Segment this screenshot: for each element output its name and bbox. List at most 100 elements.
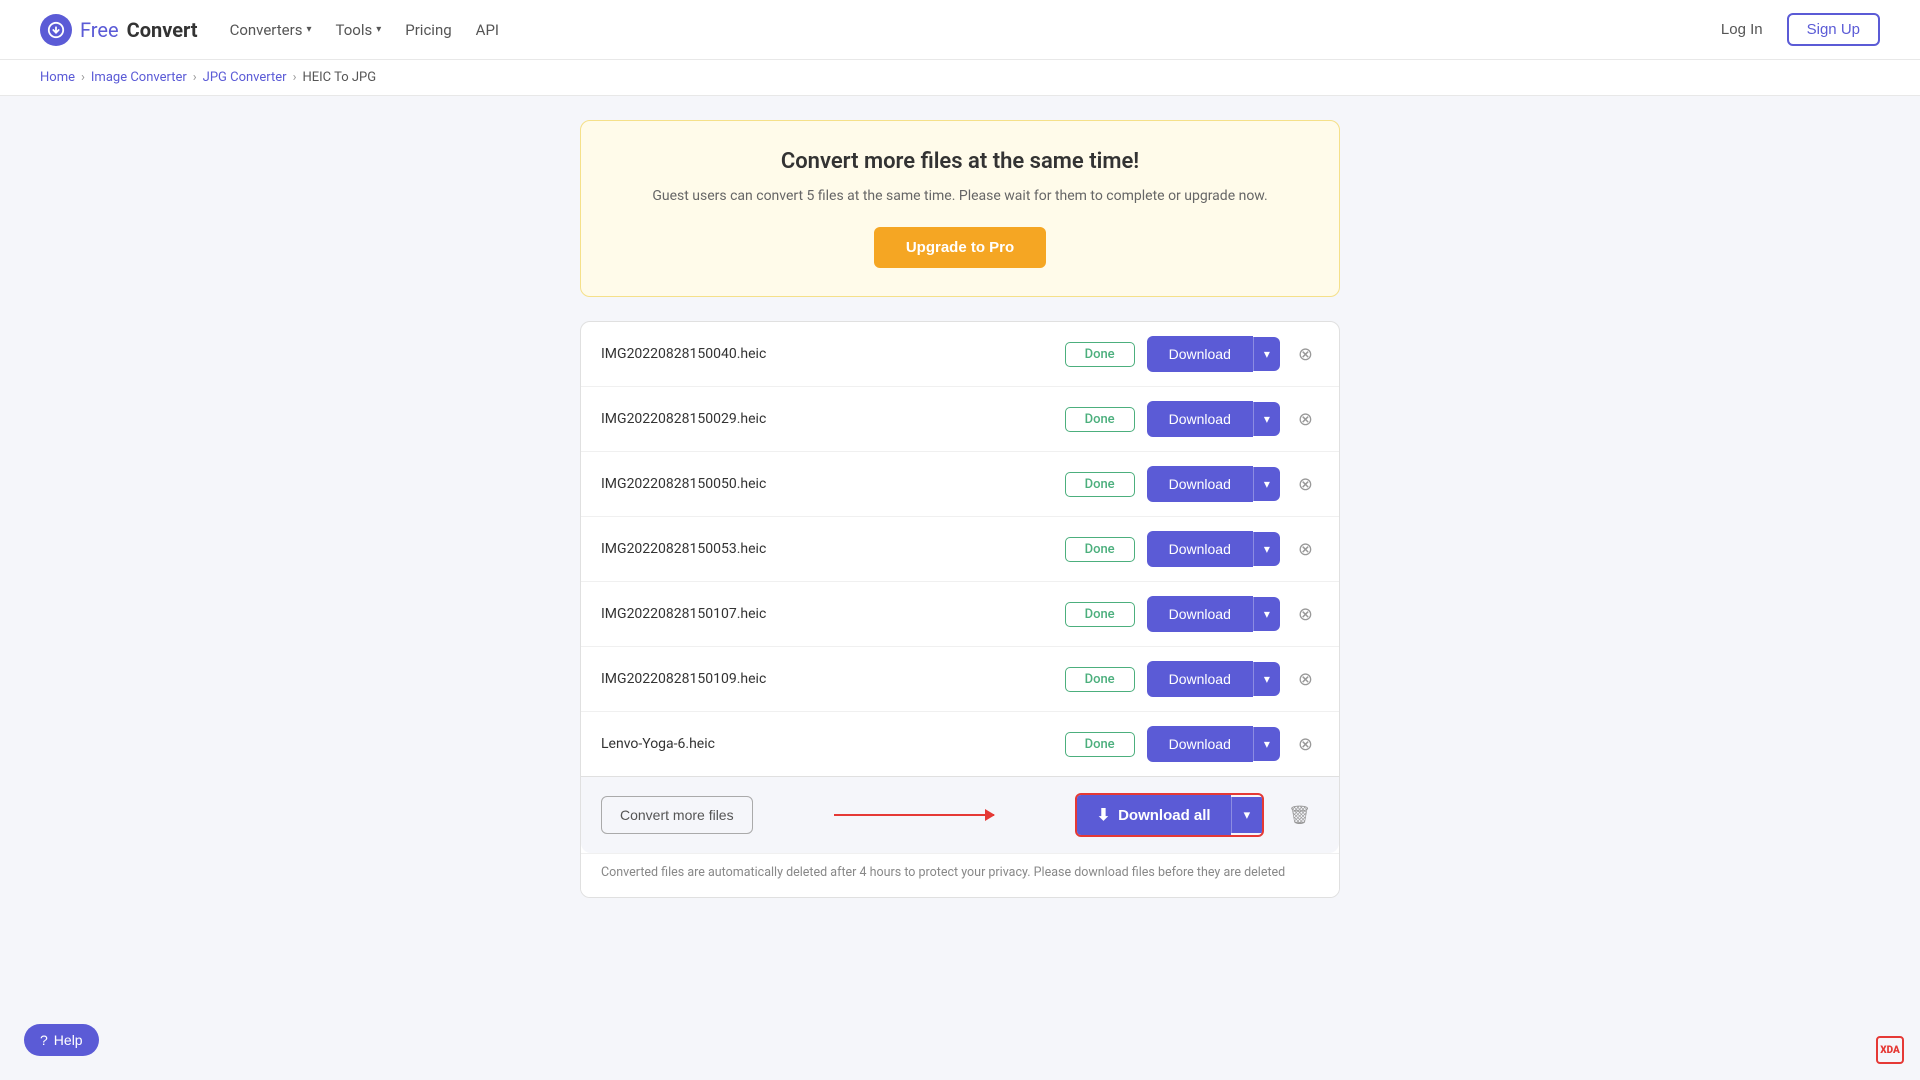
file-name: IMG20220828150040.heic bbox=[601, 346, 1053, 362]
signup-button[interactable]: Sign Up bbox=[1787, 13, 1880, 46]
close-icon: ⊗ bbox=[1298, 604, 1313, 625]
close-icon: ⊗ bbox=[1298, 539, 1313, 560]
upgrade-banner-title: Convert more files at the same time! bbox=[621, 149, 1299, 174]
login-button[interactable]: Log In bbox=[1709, 15, 1775, 44]
chevron-down-icon: ▾ bbox=[1264, 542, 1270, 556]
close-icon: ⊗ bbox=[1298, 669, 1313, 690]
close-button[interactable]: ⊗ bbox=[1292, 533, 1319, 566]
download-chevron-button[interactable]: ▾ bbox=[1253, 402, 1280, 436]
chevron-down-icon: ▾ bbox=[306, 24, 311, 35]
download-all-button[interactable]: ⬇ Download all bbox=[1077, 795, 1231, 835]
download-group: Download ▾ bbox=[1147, 401, 1280, 437]
file-list: IMG20220828150040.heic Done Download ▾ ⊗… bbox=[580, 321, 1340, 898]
file-name: IMG20220828150107.heic bbox=[601, 606, 1053, 622]
download-chevron-button[interactable]: ▾ bbox=[1253, 337, 1280, 371]
download-button[interactable]: Download bbox=[1147, 596, 1253, 632]
download-group: Download ▾ bbox=[1147, 661, 1280, 697]
nav-pricing[interactable]: Pricing bbox=[405, 21, 451, 39]
download-chevron-button[interactable]: ▾ bbox=[1253, 467, 1280, 501]
logo-icon bbox=[40, 14, 72, 46]
breadcrumb-sep-3: › bbox=[293, 70, 297, 85]
breadcrumb-image-converter[interactable]: Image Converter bbox=[91, 70, 187, 85]
file-name: Lenvo-Yoga-6.heic bbox=[601, 736, 1053, 752]
download-group: Download ▾ bbox=[1147, 726, 1280, 762]
download-all-chevron-button[interactable]: ▾ bbox=[1231, 797, 1263, 833]
chevron-down-icon: ▾ bbox=[1264, 412, 1270, 426]
status-badge: Done bbox=[1065, 732, 1135, 757]
download-chevron-button[interactable]: ▾ bbox=[1253, 662, 1280, 696]
nav-tools[interactable]: Tools ▾ bbox=[335, 21, 381, 39]
navbar-right: Log In Sign Up bbox=[1709, 13, 1880, 46]
download-all-group: ⬇ Download all ▾ bbox=[1075, 793, 1264, 837]
download-button[interactable]: Download bbox=[1147, 531, 1253, 567]
status-badge: Done bbox=[1065, 342, 1135, 367]
chevron-down-icon: ▾ bbox=[1244, 807, 1251, 822]
close-button[interactable]: ⊗ bbox=[1292, 598, 1319, 631]
help-icon: ? bbox=[40, 1032, 48, 1048]
close-icon: ⊗ bbox=[1298, 734, 1313, 755]
breadcrumb: Home › Image Converter › JPG Converter ›… bbox=[0, 60, 1920, 96]
file-name: IMG20220828150109.heic bbox=[601, 671, 1053, 687]
status-badge: Done bbox=[1065, 537, 1135, 562]
breadcrumb-jpg-converter[interactable]: JPG Converter bbox=[203, 70, 287, 85]
download-group: Download ▾ bbox=[1147, 336, 1280, 372]
status-badge: Done bbox=[1065, 472, 1135, 497]
nav-converters[interactable]: Converters ▾ bbox=[230, 21, 312, 39]
navbar: Free Convert Converters ▾ Tools ▾ Pricing… bbox=[0, 0, 1920, 60]
table-row: IMG20220828150050.heic Done Download ▾ ⊗ bbox=[581, 452, 1339, 517]
breadcrumb-sep-2: › bbox=[193, 70, 197, 85]
file-name: IMG20220828150050.heic bbox=[601, 476, 1053, 492]
arrow-spacer bbox=[769, 814, 1059, 816]
upgrade-banner-description: Guest users can convert 5 files at the s… bbox=[621, 186, 1299, 207]
status-badge: Done bbox=[1065, 407, 1135, 432]
logo-free: Free bbox=[80, 18, 119, 42]
close-button[interactable]: ⊗ bbox=[1292, 468, 1319, 501]
close-button[interactable]: ⊗ bbox=[1292, 403, 1319, 436]
download-button[interactable]: Download bbox=[1147, 661, 1253, 697]
download-chevron-button[interactable]: ▾ bbox=[1253, 727, 1280, 761]
logo[interactable]: Free Convert bbox=[40, 14, 198, 46]
nav-api[interactable]: API bbox=[476, 21, 499, 39]
logo-convert: Convert bbox=[127, 18, 198, 42]
table-row: IMG20220828150107.heic Done Download ▾ ⊗ bbox=[581, 582, 1339, 647]
upgrade-banner: Convert more files at the same time! Gue… bbox=[580, 120, 1340, 297]
close-button[interactable]: ⊗ bbox=[1292, 728, 1319, 761]
download-group: Download ▾ bbox=[1147, 531, 1280, 567]
breadcrumb-sep-1: › bbox=[81, 70, 85, 85]
upgrade-button[interactable]: Upgrade to Pro bbox=[874, 227, 1046, 268]
status-badge: Done bbox=[1065, 602, 1135, 627]
chevron-down-icon: ▾ bbox=[1264, 477, 1270, 491]
trash-button[interactable]: 🗑 bbox=[1280, 797, 1319, 834]
breadcrumb-current: HEIC To JPG bbox=[302, 70, 376, 85]
download-group: Download ▾ bbox=[1147, 596, 1280, 632]
table-row: IMG20220828150053.heic Done Download ▾ ⊗ bbox=[581, 517, 1339, 582]
footer-row: Convert more files ⬇ Download all ▾ 🗑 bbox=[581, 776, 1339, 853]
main-content: Convert more files at the same time! Gue… bbox=[560, 96, 1360, 958]
download-group: Download ▾ bbox=[1147, 466, 1280, 502]
breadcrumb-home[interactable]: Home bbox=[40, 70, 75, 85]
table-row: IMG20220828150040.heic Done Download ▾ ⊗ bbox=[581, 322, 1339, 387]
download-chevron-button[interactable]: ▾ bbox=[1253, 532, 1280, 566]
close-button[interactable]: ⊗ bbox=[1292, 663, 1319, 696]
help-button[interactable]: ? Help bbox=[24, 1024, 99, 1056]
status-badge: Done bbox=[1065, 667, 1135, 692]
download-button[interactable]: Download bbox=[1147, 401, 1253, 437]
close-icon: ⊗ bbox=[1298, 344, 1313, 365]
table-row: IMG20220828150029.heic Done Download ▾ ⊗ bbox=[581, 387, 1339, 452]
xda-watermark: XDA bbox=[1876, 1036, 1904, 1064]
download-icon: ⬇ bbox=[1097, 805, 1110, 825]
convert-more-button[interactable]: Convert more files bbox=[601, 796, 753, 834]
arrow-icon bbox=[834, 814, 994, 816]
close-icon: ⊗ bbox=[1298, 409, 1313, 430]
close-icon: ⊗ bbox=[1298, 474, 1313, 495]
table-row: Lenvo-Yoga-6.heic Done Download ▾ ⊗ bbox=[581, 712, 1339, 776]
chevron-down-icon: ▾ bbox=[1264, 737, 1270, 751]
download-button[interactable]: Download bbox=[1147, 336, 1253, 372]
xda-icon: XDA bbox=[1876, 1036, 1904, 1064]
close-button[interactable]: ⊗ bbox=[1292, 338, 1319, 371]
download-button[interactable]: Download bbox=[1147, 726, 1253, 762]
download-chevron-button[interactable]: ▾ bbox=[1253, 597, 1280, 631]
disclaimer: Converted files are automatically delete… bbox=[581, 853, 1339, 897]
download-button[interactable]: Download bbox=[1147, 466, 1253, 502]
chevron-down-icon: ▾ bbox=[1264, 672, 1270, 686]
